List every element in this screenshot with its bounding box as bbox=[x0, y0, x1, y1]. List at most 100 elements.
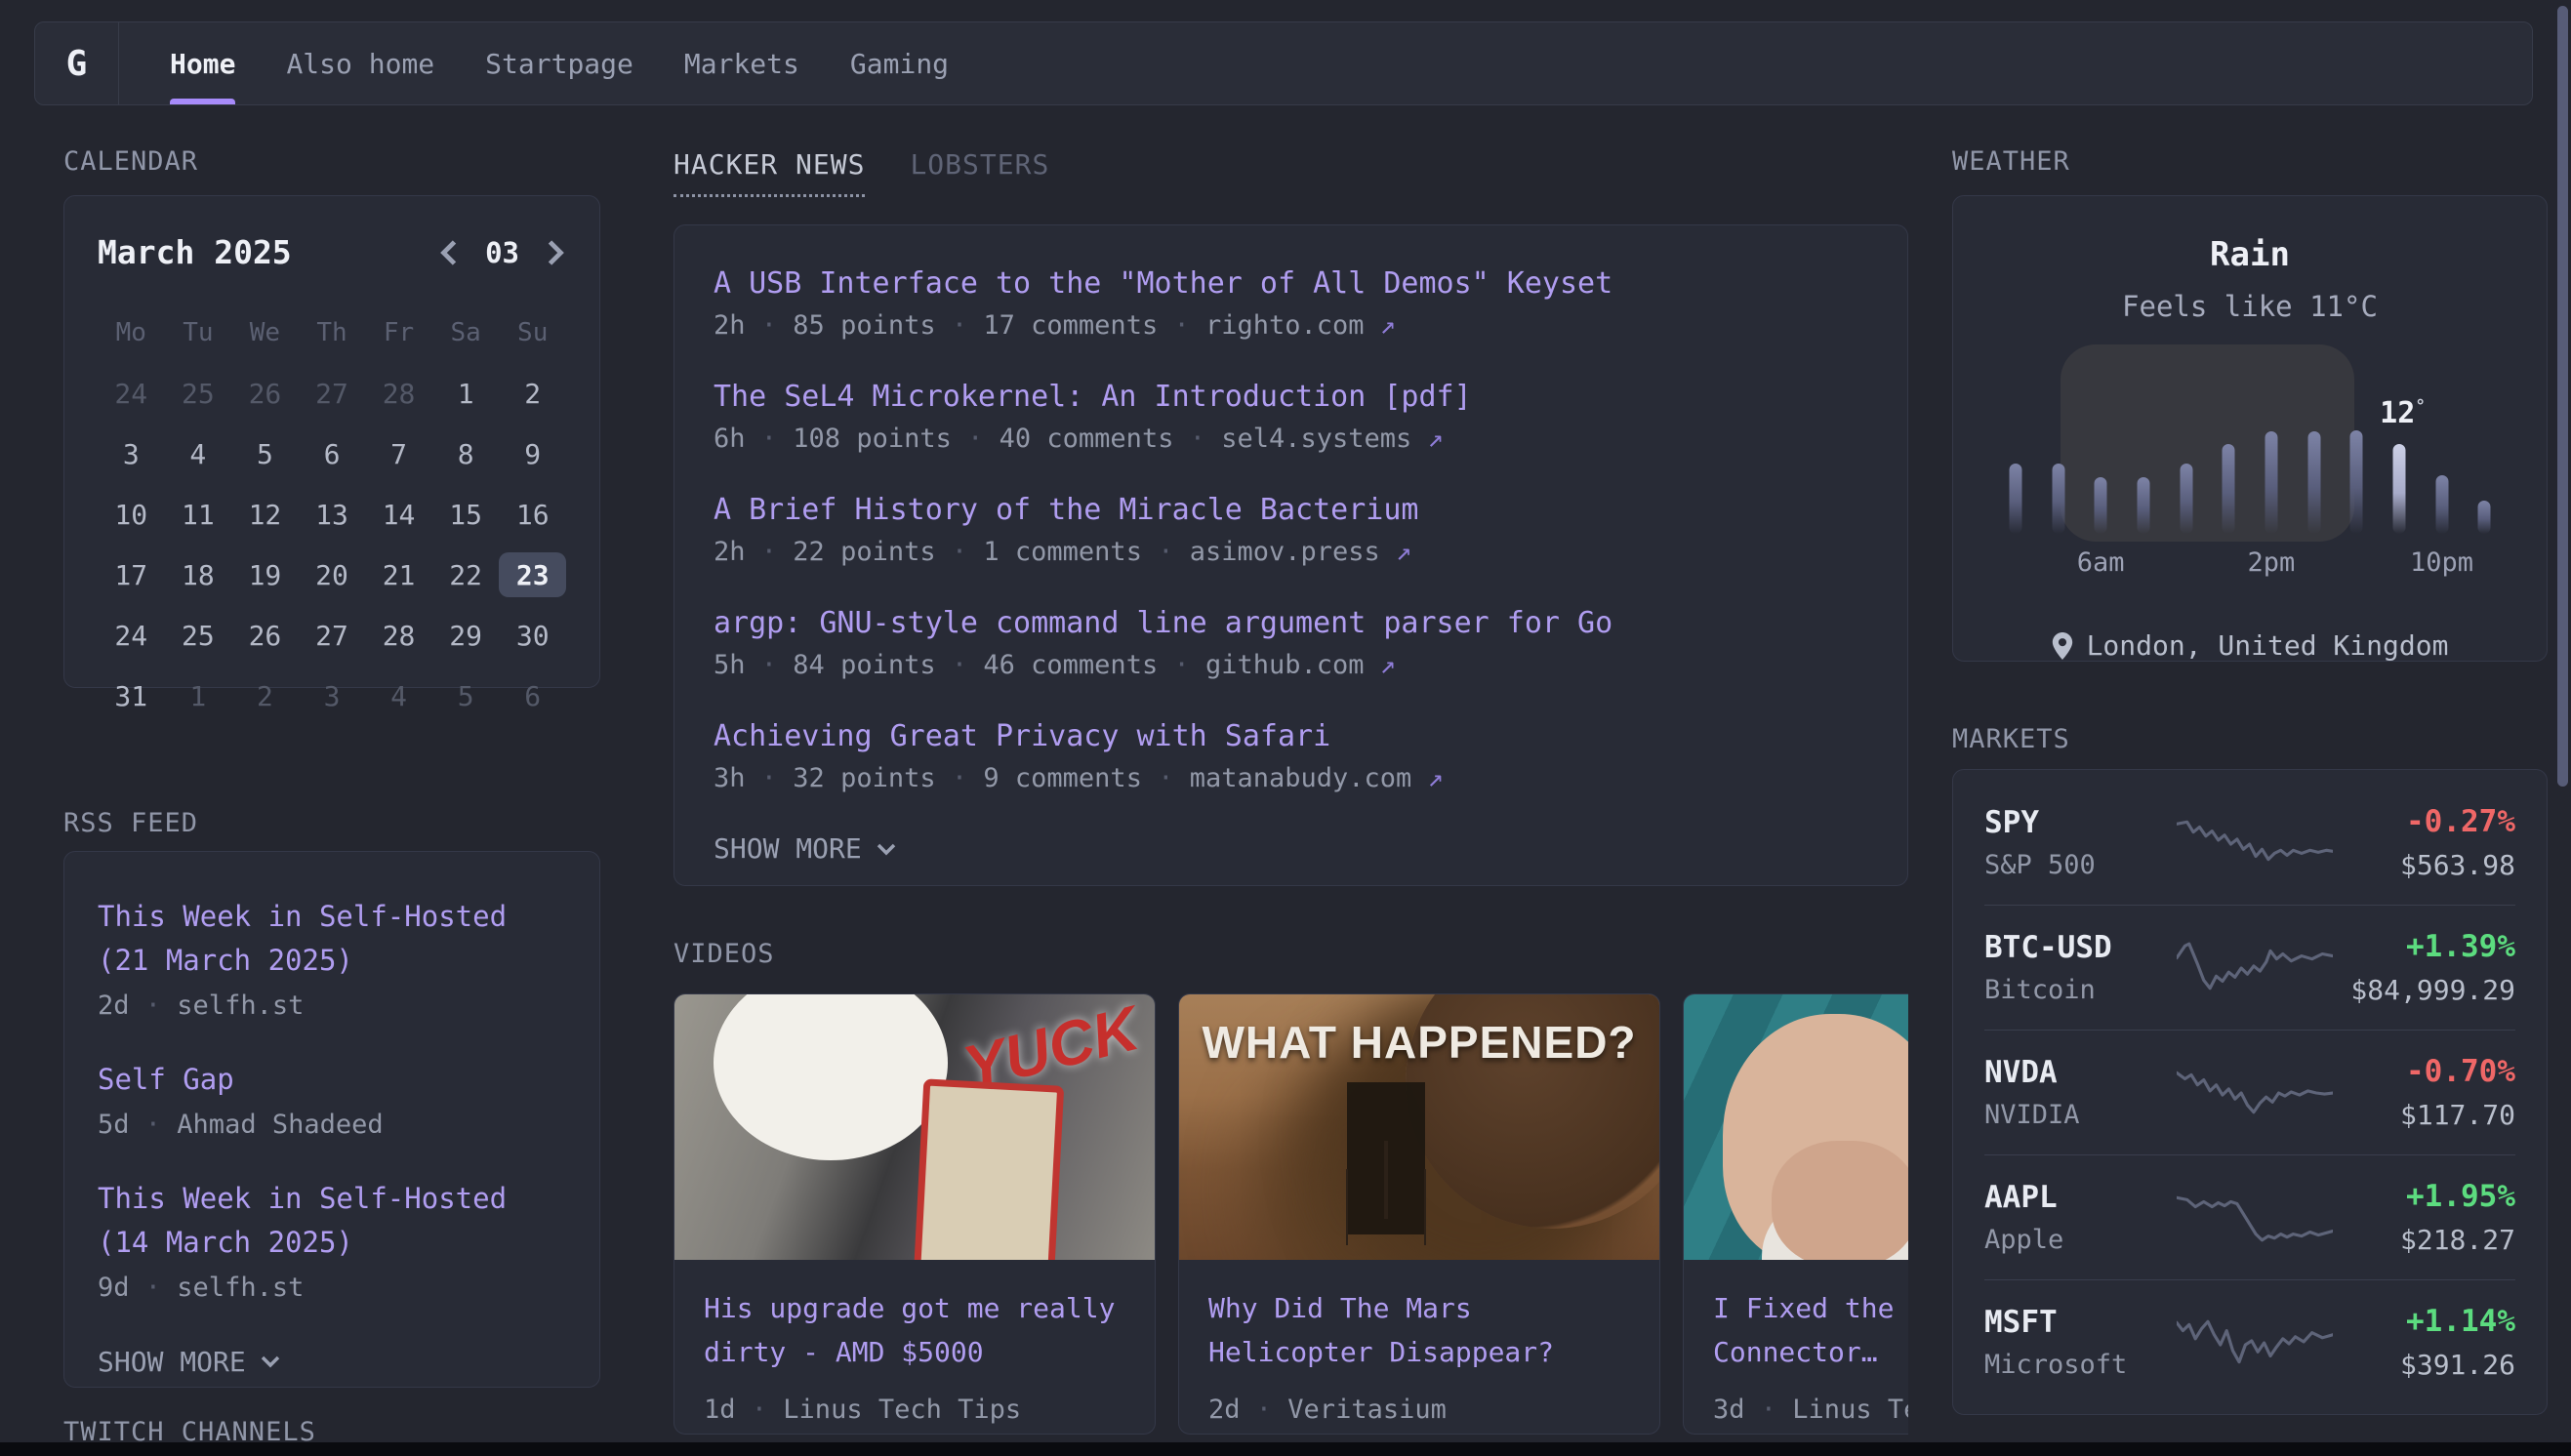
news-item-comments[interactable]: 9 comments bbox=[983, 763, 1142, 793]
market-row-aapl[interactable]: AAPLApple+1.95%$218.27 bbox=[1984, 1154, 2515, 1279]
calendar-day[interactable]: 24 bbox=[98, 613, 165, 658]
calendar-day[interactable]: 5 bbox=[231, 431, 299, 476]
calendar-day[interactable]: 2 bbox=[231, 673, 299, 718]
video-channel[interactable]: Veritasium bbox=[1287, 1395, 1447, 1425]
meta-separator: · bbox=[1142, 537, 1190, 567]
rss-show-more-button[interactable]: SHOW MORE bbox=[98, 1346, 566, 1378]
video-card[interactable]: YUCK His upgrade got me really dirty - AM… bbox=[673, 993, 1156, 1435]
calendar-day[interactable]: 26 bbox=[231, 613, 299, 658]
calendar-day[interactable]: 14 bbox=[365, 492, 432, 537]
weather-bar-slot bbox=[2207, 387, 2250, 534]
news-item-title[interactable]: A Brief History of the Miracle Bacterium bbox=[714, 493, 1868, 527]
news-item-age: 2h bbox=[714, 310, 746, 341]
calendar-prev-button[interactable] bbox=[438, 238, 460, 267]
calendar-day[interactable]: 13 bbox=[299, 492, 366, 537]
news-item-comments[interactable]: 1 comments bbox=[983, 537, 1142, 567]
weather-bar bbox=[2435, 475, 2448, 534]
calendar-day[interactable]: 27 bbox=[299, 371, 366, 416]
rss-item-title[interactable]: Self Gap bbox=[98, 1058, 566, 1102]
calendar-day[interactable]: 4 bbox=[365, 673, 432, 718]
calendar-day[interactable]: 20 bbox=[299, 552, 366, 597]
nav-tab-gaming[interactable]: Gaming bbox=[850, 22, 949, 104]
news-item-domain[interactable]: asimov.press bbox=[1190, 537, 1396, 567]
news-item-domain[interactable]: sel4.systems bbox=[1221, 424, 1427, 454]
rss-item-title[interactable]: This Week in Self-Hosted (14 March 2025) bbox=[98, 1177, 566, 1265]
page-scrollbar[interactable] bbox=[2557, 6, 2568, 787]
market-ticker: AAPL bbox=[1984, 1180, 2177, 1215]
calendar-day[interactable]: 1 bbox=[165, 673, 232, 718]
news-item-title[interactable]: The SeL4 Microkernel: An Introduction [p… bbox=[714, 380, 1868, 414]
calendar-day[interactable]: 31 bbox=[98, 673, 165, 718]
news-item-title[interactable]: A USB Interface to the "Mother of All De… bbox=[714, 266, 1868, 301]
video-card[interactable]: WHAT HAPPENED? Why Did The Mars Helicopte… bbox=[1178, 993, 1660, 1435]
calendar-day[interactable]: 8 bbox=[432, 431, 500, 476]
weather-bar bbox=[2223, 444, 2235, 534]
nav-tab-startpage[interactable]: Startpage bbox=[485, 22, 633, 104]
video-thumbnail[interactable]: YUCK bbox=[674, 994, 1155, 1260]
calendar-day[interactable]: 3 bbox=[98, 431, 165, 476]
app-logo[interactable]: G bbox=[35, 22, 119, 104]
calendar-day[interactable]: 9 bbox=[499, 431, 566, 476]
calendar-day[interactable]: 28 bbox=[365, 371, 432, 416]
calendar-day[interactable]: 27 bbox=[299, 613, 366, 658]
market-row-nvda[interactable]: NVDANVIDIA-0.70%$117.70 bbox=[1984, 1030, 2515, 1154]
calendar-day[interactable]: 11 bbox=[165, 492, 232, 537]
news-item-points: 84 points bbox=[793, 650, 935, 680]
calendar-next-button[interactable] bbox=[545, 238, 566, 267]
news-tab-hacker-news[interactable]: HACKER NEWS bbox=[673, 148, 865, 197]
calendar-day[interactable]: 25 bbox=[165, 371, 232, 416]
calendar-day[interactable]: 30 bbox=[499, 613, 566, 658]
calendar-day[interactable]: 24 bbox=[98, 371, 165, 416]
news-item-title[interactable]: argp: GNU-style command line argument pa… bbox=[714, 606, 1868, 640]
nav-tab-home[interactable]: Home bbox=[170, 22, 235, 104]
video-thumbnail[interactable]: WHAT HAPPENED? bbox=[1179, 994, 1659, 1260]
calendar-day[interactable]: 5 bbox=[432, 673, 500, 718]
calendar-day[interactable]: 1 bbox=[432, 371, 500, 416]
news-item-comments[interactable]: 40 comments bbox=[1000, 424, 1174, 454]
calendar-day-selected[interactable]: 23 bbox=[499, 552, 566, 597]
calendar-day[interactable]: 26 bbox=[231, 371, 299, 416]
calendar-day[interactable]: 25 bbox=[165, 613, 232, 658]
calendar-day[interactable]: 6 bbox=[499, 673, 566, 718]
calendar-day[interactable]: 22 bbox=[432, 552, 500, 597]
calendar-day[interactable]: 10 bbox=[98, 492, 165, 537]
calendar-day[interactable]: 4 bbox=[165, 431, 232, 476]
nav-tab-also-home[interactable]: Also home bbox=[286, 22, 434, 104]
video-channel[interactable]: Linus Tech Tips bbox=[783, 1395, 1021, 1425]
calendar-day[interactable]: 19 bbox=[231, 552, 299, 597]
weather-location: London, United Kingdom bbox=[1988, 629, 2511, 662]
market-row-msft[interactable]: MSFTMicrosoft+1.14%$391.26 bbox=[1984, 1279, 2515, 1404]
rss-item-title[interactable]: This Week in Self-Hosted (21 March 2025) bbox=[98, 895, 566, 983]
market-price: $218.27 bbox=[2333, 1224, 2515, 1256]
market-row-btc-usd[interactable]: BTC-USDBitcoin+1.39%$84,999.29 bbox=[1984, 905, 2515, 1030]
news-item-domain[interactable]: righto.com bbox=[1205, 310, 1380, 341]
calendar-day[interactable]: 17 bbox=[98, 552, 165, 597]
calendar-day[interactable]: 6 bbox=[299, 431, 366, 476]
news-item-domain[interactable]: matanabudy.com bbox=[1190, 763, 1428, 793]
calendar-day[interactable]: 16 bbox=[499, 492, 566, 537]
calendar-day[interactable]: 21 bbox=[365, 552, 432, 597]
video-card[interactable]: DO TH T I Fixed the 5090 Power Connector…… bbox=[1683, 993, 1908, 1435]
news-item-title[interactable]: Achieving Great Privacy with Safari bbox=[714, 719, 1868, 753]
market-row-spy[interactable]: SPYS&P 500-0.27%$563.98 bbox=[1984, 780, 2515, 905]
video-title[interactable]: Why Did The Mars Helicopter Disappear? bbox=[1208, 1287, 1630, 1377]
news-item-comments[interactable]: 17 comments bbox=[983, 310, 1158, 341]
calendar-day[interactable]: 15 bbox=[432, 492, 500, 537]
calendar-day[interactable]: 2 bbox=[499, 371, 566, 416]
calendar-day[interactable]: 7 bbox=[365, 431, 432, 476]
calendar-day[interactable]: 18 bbox=[165, 552, 232, 597]
video-title[interactable]: His upgrade got me really dirty - AMD $5… bbox=[704, 1287, 1125, 1377]
news-item-age: 2h bbox=[714, 537, 746, 567]
news-tab-lobsters[interactable]: LOBSTERS bbox=[910, 148, 1049, 197]
nav-tab-markets[interactable]: Markets bbox=[684, 22, 799, 104]
calendar-day[interactable]: 12 bbox=[231, 492, 299, 537]
news-item-comments[interactable]: 46 comments bbox=[983, 650, 1158, 680]
video-thumbnail[interactable]: DO TH T bbox=[1684, 994, 1908, 1260]
video-title[interactable]: I Fixed the 5090 Power Connector… bbox=[1713, 1287, 1908, 1377]
news-item-domain[interactable]: github.com bbox=[1205, 650, 1380, 680]
calendar-day[interactable]: 28 bbox=[365, 613, 432, 658]
calendar-day[interactable]: 29 bbox=[432, 613, 500, 658]
video-channel[interactable]: Linus Tech Tips bbox=[1792, 1395, 1908, 1425]
calendar-day[interactable]: 3 bbox=[299, 673, 366, 718]
news-show-more-button[interactable]: SHOW MORE bbox=[714, 832, 1868, 865]
